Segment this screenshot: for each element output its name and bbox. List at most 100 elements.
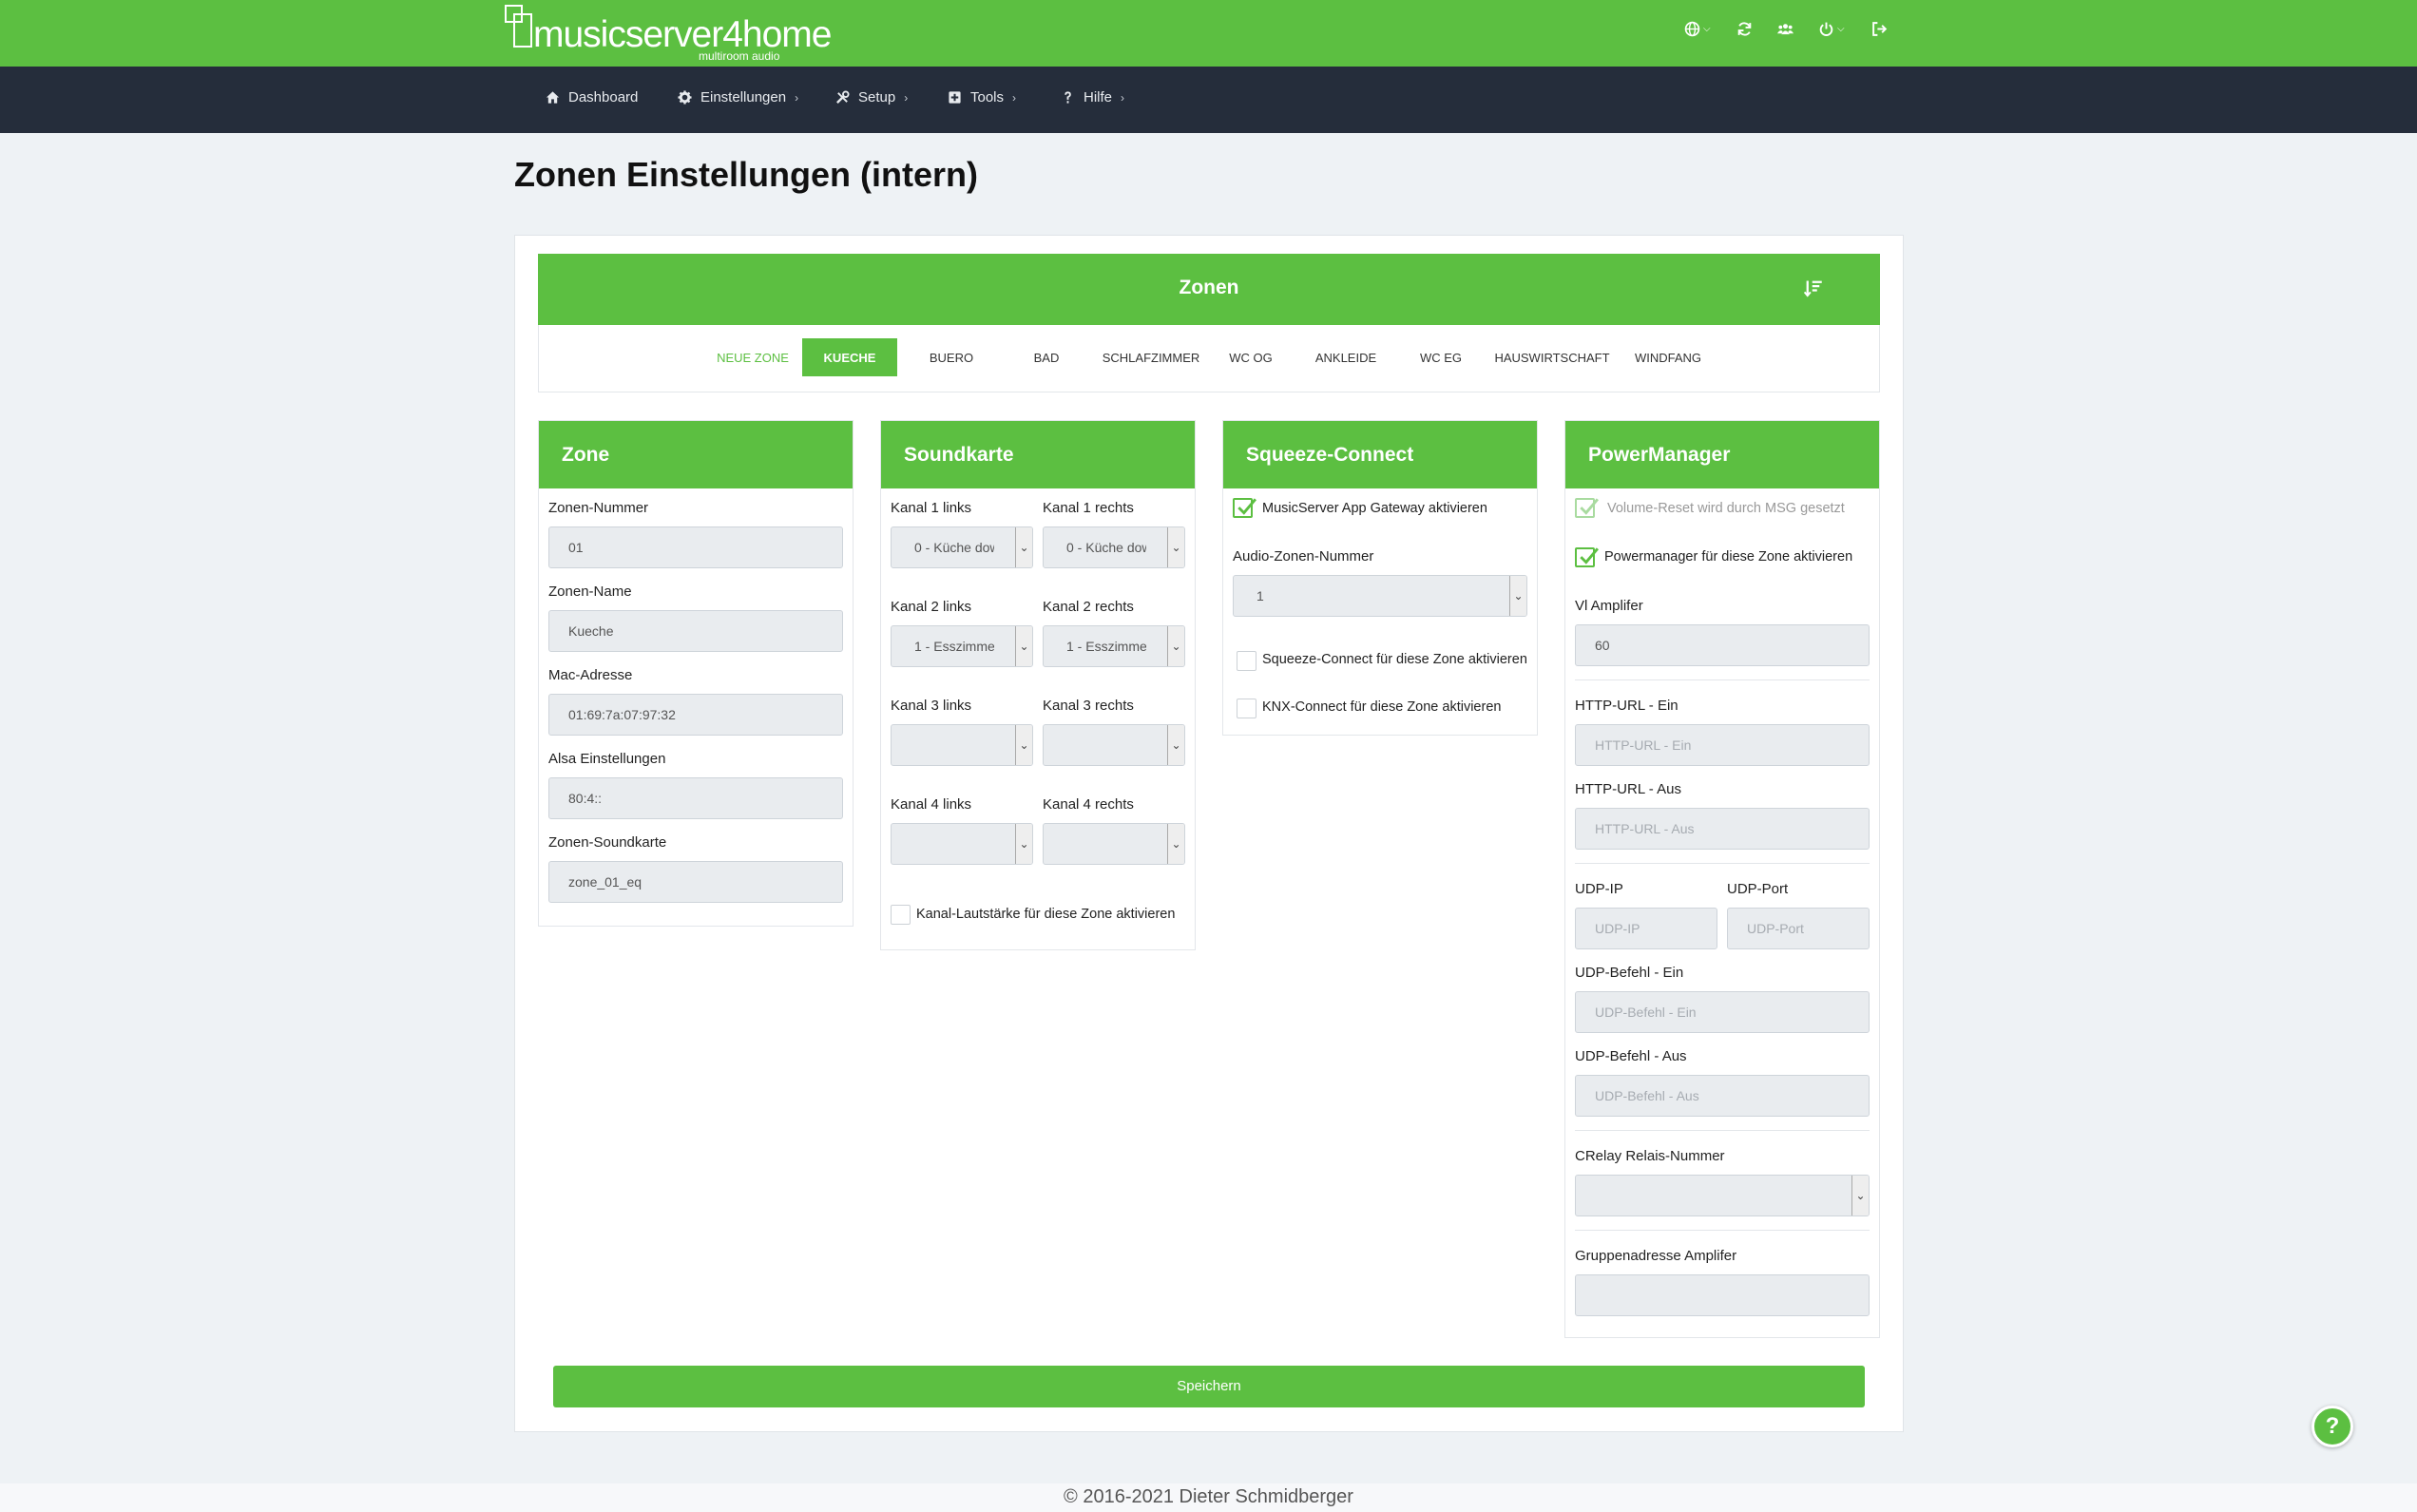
alsa-field[interactable]: 80:4:: [548, 777, 843, 819]
crelay-label: CRelay Relais-Nummer [1575, 1148, 1725, 1164]
question-icon [1065, 91, 1071, 104]
kanal-lautstaerke-checkbox[interactable] [891, 905, 911, 925]
udp-befehl-ein-field[interactable]: UDP-Befehl - Ein [1575, 991, 1870, 1033]
chevron-down-icon: ⌄ [1167, 626, 1184, 666]
kanal-4-links-select[interactable]: ⌄ [891, 823, 1033, 865]
kanal-1-rechts-select[interactable]: 0 - Küche downmix⌄ [1043, 526, 1185, 568]
chevron-right-icon: › [795, 90, 799, 105]
udp-befehl-ein-label: UDP-Befehl - Ein [1575, 965, 1684, 981]
main-navigation: Dashboard Einstellungen › Setup › Tools … [0, 67, 2417, 133]
crelay-select[interactable]: ⌄ [1575, 1175, 1870, 1216]
refresh-icon [1737, 22, 1752, 36]
udp-port-field[interactable]: UDP-Port [1727, 908, 1870, 949]
squeeze-panel: Squeeze-Connect MusicServer App Gateway … [1222, 420, 1538, 736]
chevron-down-icon: ⌵ [1837, 24, 1845, 34]
nav-dashboard[interactable]: Dashboard [546, 89, 638, 105]
tab-schlafzimmer[interactable]: SCHLAFZIMMER [1094, 338, 1208, 376]
volume-reset-label: Volume-Reset wird durch MSG gesetzt [1607, 501, 1845, 516]
zonen-soundkarte-field[interactable]: zone_01_eq [548, 861, 843, 903]
kanal-2-rechts-label: Kanal 2 rechts [1043, 599, 1134, 615]
zone-panel-title: Zone [539, 421, 853, 488]
check-icon [1580, 498, 1599, 515]
zonen-tabs: NEUE ZONE KUECHE BUERO BAD SCHLAFZIMMER … [538, 325, 1880, 392]
squeeze-connect-checkbox[interactable] [1237, 651, 1256, 671]
http-url-ein-field[interactable]: HTTP-URL - Ein [1575, 724, 1870, 766]
vl-amplifer-label: Vl Amplifer [1575, 598, 1643, 614]
chevron-down-icon: ⌄ [1509, 576, 1526, 616]
plus-square-icon [949, 91, 961, 104]
squeeze-panel-title: Squeeze-Connect [1223, 421, 1537, 488]
tab-hauswirtschaft[interactable]: HAUSWIRTSCHAFT [1484, 338, 1621, 376]
gruppenadresse-field[interactable] [1575, 1274, 1870, 1316]
brand-name: musicserver4home [533, 14, 832, 55]
brand-tagline: multiroom audio [699, 49, 780, 63]
kanal-1-links-select[interactable]: 0 - Küche downmix⌄ [891, 526, 1033, 568]
sort-icon[interactable] [1804, 278, 1823, 297]
nav-tools[interactable]: Tools › [948, 89, 1016, 105]
tab-buero[interactable]: BUERO [904, 338, 999, 376]
power-icon [1819, 22, 1833, 36]
app-gateway-checkbox[interactable] [1233, 498, 1256, 518]
divider [1575, 679, 1870, 680]
udp-befehl-aus-field[interactable]: UDP-Befehl - Aus [1575, 1075, 1870, 1117]
kanal-2-links-select[interactable]: 1 - Esszimmer downmix⌄ [891, 625, 1033, 667]
chevron-down-icon: ⌄ [1015, 626, 1032, 666]
help-button[interactable]: ? [2311, 1406, 2353, 1447]
kanal-3-rechts-select[interactable]: ⌄ [1043, 724, 1185, 766]
tab-wc-og[interactable]: WC OG [1208, 338, 1294, 376]
volume-reset-checkbox[interactable] [1575, 498, 1599, 518]
udp-ip-field[interactable]: UDP-IP [1575, 908, 1717, 949]
footer: © 2016-2021 Dieter Schmidberger [0, 1483, 2417, 1512]
alsa-label: Alsa Einstellungen [548, 751, 666, 767]
nav-einstellungen[interactable]: Einstellungen › [678, 89, 798, 105]
kanal-2-rechts-select[interactable]: 1 - Esszimmer downmix⌄ [1043, 625, 1185, 667]
kanal-4-rechts-select[interactable]: ⌄ [1043, 823, 1185, 865]
zonen-header: Zonen [538, 254, 1880, 325]
zonen-name-field[interactable]: Kueche [548, 610, 843, 652]
tab-ankleide[interactable]: ANKLEIDE [1294, 338, 1398, 376]
udp-ip-label: UDP-IP [1575, 881, 1623, 897]
chevron-down-icon: ⌄ [1851, 1176, 1869, 1215]
audio-zonen-nummer-select[interactable]: 1 ⌄ [1233, 575, 1527, 617]
gruppenadresse-label: Gruppenadresse Amplifer [1575, 1248, 1737, 1264]
powermanager-label: Powermanager für diese Zone aktivieren [1604, 549, 1853, 565]
users-button[interactable] [1777, 21, 1794, 37]
save-button[interactable]: Speichern [553, 1366, 1865, 1407]
audio-zonen-nummer-label: Audio-Zonen-Nummer [1233, 548, 1374, 565]
knx-connect-label: KNX-Connect für diese Zone aktivieren [1262, 699, 1502, 715]
http-url-aus-field[interactable]: HTTP-URL - Aus [1575, 808, 1870, 850]
divider [1575, 1230, 1870, 1231]
mac-adresse-label: Mac-Adresse [548, 667, 633, 683]
nav-setup[interactable]: Setup › [835, 89, 908, 105]
squeeze-connect-label: Squeeze-Connect für diese Zone aktiviere… [1262, 652, 1527, 667]
powermanager-checkbox[interactable] [1575, 547, 1599, 567]
tab-kueche[interactable]: KUECHE [802, 338, 897, 376]
udp-befehl-aus-label: UDP-Befehl - Aus [1575, 1048, 1687, 1064]
knx-connect-checkbox[interactable] [1237, 699, 1256, 718]
zonen-nummer-field[interactable]: 01 [548, 526, 843, 568]
logout-button[interactable] [1871, 21, 1888, 37]
tab-neue-zone[interactable]: NEUE ZONE [715, 338, 791, 376]
mac-adresse-field[interactable]: 01:69:7a:07:97:32 [548, 694, 843, 736]
power-menu[interactable]: ⌵ [1818, 21, 1845, 37]
tab-wc-eg[interactable]: WC EG [1398, 338, 1484, 376]
kanal-4-links-label: Kanal 4 links [891, 796, 972, 813]
language-menu[interactable]: ⌵ [1684, 21, 1711, 37]
vl-amplifer-field[interactable]: 60 [1575, 624, 1870, 666]
copyright-text: © 2016-2021 Dieter Schmidberger [1064, 1486, 1353, 1507]
kanal-3-links-select[interactable]: ⌄ [891, 724, 1033, 766]
kanal-3-rechts-label: Kanal 3 rechts [1043, 698, 1134, 714]
chevron-down-icon: ⌵ [1703, 24, 1711, 34]
tab-bad[interactable]: BAD [999, 338, 1094, 376]
chevron-down-icon: ⌄ [1167, 725, 1184, 765]
zone-panel: Zone Zonen-Nummer 01 Zonen-Name Kueche M… [538, 420, 854, 927]
nav-hilfe[interactable]: Hilfe › [1061, 89, 1124, 105]
divider [1575, 863, 1870, 864]
nav-label: Tools [970, 89, 1005, 105]
check-icon [1237, 498, 1256, 515]
tab-windfang[interactable]: WINDFANG [1621, 338, 1716, 376]
nav-label: Hilfe [1084, 89, 1113, 105]
refresh-button[interactable] [1736, 21, 1753, 37]
zonen-nummer-label: Zonen-Nummer [548, 500, 649, 516]
http-url-aus-label: HTTP-URL - Aus [1575, 781, 1681, 797]
